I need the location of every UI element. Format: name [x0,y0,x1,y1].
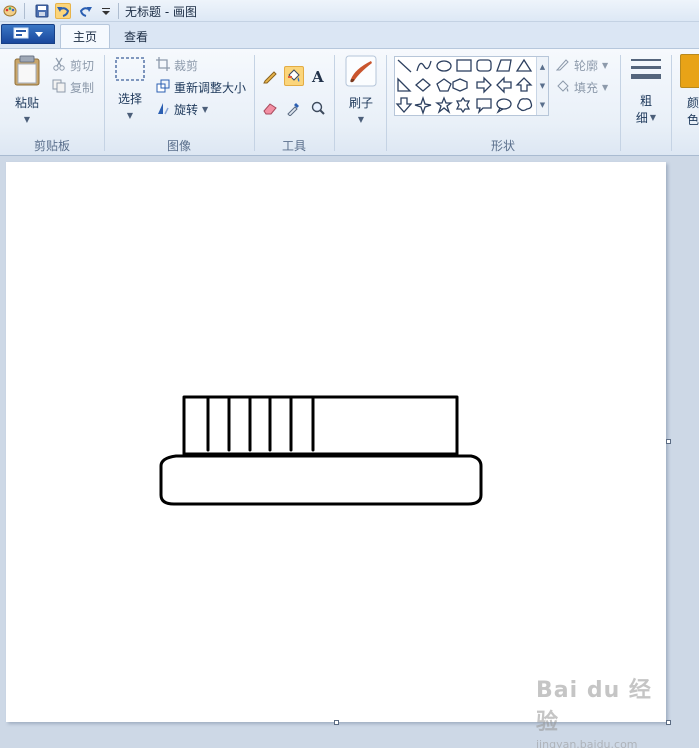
chevron-down-icon: ▼ [357,115,365,124]
group-label-clipboard: 剪贴板 [33,139,70,153]
tab-label: 主页 [73,30,98,44]
resize-handle-bottom[interactable] [334,720,339,725]
size-label-line1: 粗 [639,94,652,108]
size-label-line2: 细 [635,111,648,125]
divider [24,3,25,19]
size-button[interactable]: 粗 细 ▼ [628,57,664,126]
chevron-down-icon: ▼ [602,60,609,70]
color-picker-icon[interactable] [284,98,304,118]
copy-icon [52,79,66,96]
watermark-brand: Bai du 经验 [536,678,652,735]
group-label-tools: 工具 [281,139,306,153]
rotate-button[interactable]: 旋转 ▼ [156,100,208,118]
shapes-scrollbar[interactable]: ▲ ▼ ▼ [536,57,548,115]
baidu-watermark: Bai du 经验 jingyan.baidu.com [536,672,666,748]
fill-bucket-icon [556,79,570,96]
select-label: 选择 [117,92,142,106]
crop-label: 裁剪 [174,58,199,73]
cut-label: 剪切 [70,58,95,73]
crop-icon [156,56,170,74]
title-bar: 无标题 - 画图 [0,0,699,22]
chevron-down-icon: ▼ [202,104,209,114]
watermark-url: jingyan.baidu.com [536,738,638,748]
ribbon-tab-row: 主页 查看 [0,22,699,48]
resize-button[interactable]: 重新调整大小 [156,78,246,96]
resize-label: 重新调整大小 [174,80,247,95]
scroll-up-icon[interactable]: ▲ [537,57,548,76]
text-icon[interactable]: A [308,66,328,86]
rotate-label: 旋转 [174,102,199,117]
expand-gallery-icon[interactable]: ▼ [537,95,548,114]
fill-label: 填充 [574,80,599,95]
select-button[interactable]: 选择 ▼ [112,55,148,120]
color-swatch [680,54,699,88]
copy-button[interactable]: 复制 [52,78,94,96]
scissors-icon [52,57,66,74]
group-divider [334,55,335,151]
color-button[interactable]: 颜 色 [678,54,699,128]
app-menu-icon [13,27,29,42]
eraser-icon[interactable] [260,98,280,118]
chevron-down-icon: ▼ [23,115,31,124]
customize-toolbar-icon[interactable] [98,3,114,19]
redo-icon[interactable] [78,3,94,19]
chevron-down-icon [35,27,43,41]
copy-label: 复制 [70,80,95,95]
tab-home[interactable]: 主页 [60,24,111,48]
divider [118,3,119,19]
chevron-down-icon: ▼ [602,82,609,92]
fill-icon[interactable] [284,66,304,86]
paste-label: 粘贴 [14,96,39,110]
brush-icon [345,55,377,90]
tab-view[interactable]: 查看 [112,24,160,48]
outline-label: 轮廓 [574,58,599,73]
group-label-shapes: 形状 [490,139,515,153]
tab-label: 查看 [124,29,149,44]
chevron-down-icon: ▼ [649,113,657,122]
paint-app-icon[interactable] [2,3,18,19]
shapes-gallery: ▲ ▼ ▼ [394,56,549,116]
undo-icon[interactable] [55,3,71,19]
pencil-icon[interactable] [260,66,280,86]
cut-button[interactable]: 剪切 [52,56,94,74]
fill-shape-button[interactable]: 填充 ▼ [556,78,608,96]
scroll-down-icon[interactable]: ▼ [537,76,548,95]
line-width-icon [630,57,662,86]
selection-rect-icon [114,55,146,86]
rotate-icon [156,101,170,118]
group-label-image: 图像 [166,139,191,153]
app-menu-button[interactable] [1,24,55,44]
resize-icon [156,79,170,96]
chevron-down-icon: ▼ [126,111,134,120]
canvas-workspace [0,157,699,748]
brushes-button[interactable]: 刷子 ▼ [342,55,380,124]
group-divider [620,55,621,151]
drawing-content [159,395,483,506]
brushes-label: 刷子 [348,96,373,110]
drawing-canvas[interactable] [6,162,666,722]
save-icon[interactable] [34,3,50,19]
crop-button[interactable]: 裁剪 [156,56,198,74]
window-title: 无标题 - 画图 [125,5,197,19]
resize-handle-corner[interactable] [666,720,671,725]
paste-button[interactable]: 粘贴 ▼ [10,55,44,124]
resize-handle-right[interactable] [666,439,671,444]
clipboard-icon [12,55,42,90]
color-label-line1: 颜 [686,96,699,110]
svg-text:A: A [311,68,324,84]
ribbon-home: 粘贴 ▼ 剪切 复制 剪贴板 选择 ▼ 裁剪 重新调整大小 旋转 ▼ 图像 A … [0,48,699,156]
outline-button[interactable]: 轮廓 ▼ [555,56,609,74]
magnifier-icon[interactable] [308,98,328,118]
outline-pen-icon [555,57,570,74]
color-label-line2: 色 [686,113,699,127]
shapes-gallery-glyphs [395,58,533,115]
group-divider [671,55,672,151]
